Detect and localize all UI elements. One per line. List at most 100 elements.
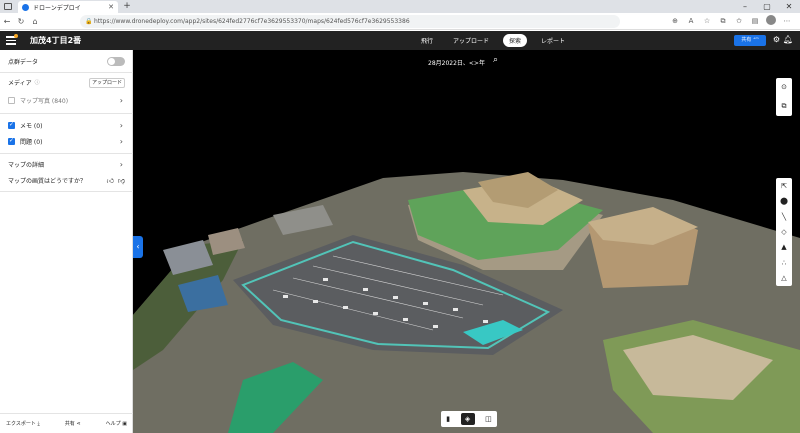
favorite-icon[interactable]: ☆ xyxy=(702,15,712,27)
lock-icon: 🔒 xyxy=(85,18,93,25)
export-button[interactable]: エクスポート ⤓ xyxy=(6,420,40,427)
upload-button[interactable]: アップロード xyxy=(89,77,125,88)
project-title: 加茂4丁目2番 xyxy=(30,36,82,45)
date-label[interactable]: 28月2022日、<>年 xyxy=(428,58,485,67)
model-3d-icon[interactable]: ◈ xyxy=(460,413,475,425)
tab-actions-icon[interactable] xyxy=(4,3,12,10)
pointer-icon[interactable]: ⇱ xyxy=(781,182,787,190)
share-label: 共有 xyxy=(64,421,75,427)
share-icon: ⋖ xyxy=(76,421,81,427)
url-text: https://www.dronedeploy.com/app2/sites/6… xyxy=(94,18,410,25)
3d-model-render[interactable] xyxy=(133,50,800,433)
sidebar-footer: エクスポート ⤓ 共有 ⋖ ヘルプ ▣ xyxy=(0,413,133,433)
thumbs-down-icon[interactable]: 👎︎ xyxy=(118,176,125,185)
collections-icon[interactable]: ▤ xyxy=(750,15,760,27)
window-controls: – ▢ ✕ xyxy=(734,0,800,13)
view-tools: ⊙ ⧉ xyxy=(776,78,792,116)
recenter-icon[interactable]: ⊙ xyxy=(781,83,787,91)
pointcloud-toggle[interactable] xyxy=(107,57,125,66)
line-icon[interactable]: ╲ xyxy=(782,213,786,221)
map-photos-checkbox[interactable] xyxy=(8,97,15,104)
pin-icon[interactable]: ⬤ xyxy=(780,197,788,205)
profile-avatar[interactable] xyxy=(766,15,776,27)
split-view-icon[interactable]: ◫ xyxy=(485,415,492,423)
help-button[interactable]: ヘルプ ▣ xyxy=(106,420,127,427)
refresh-icon[interactable]: ↻ xyxy=(14,17,28,26)
tab-explore[interactable]: 探索 xyxy=(503,34,528,47)
sidebar: 点群データ メディア ⓘ アップロード マップ写真 (840) › メモ (0)… xyxy=(0,50,133,433)
feedback-buttons: 👍︎ 👎︎ xyxy=(107,176,125,185)
browser-tabstrip: ドローンデプロイ ✕ + – ▢ ✕ xyxy=(0,0,800,13)
map-details-row[interactable]: マップの詳細 › xyxy=(0,159,133,170)
points-icon[interactable]: ∴ xyxy=(782,259,786,267)
media-row: メディア ⓘ アップロード xyxy=(0,77,133,88)
media-label: メディア xyxy=(8,80,32,87)
address-bar-row: ← ↻ ⌂ 🔒 https://www.dronedeploy.com/app2… xyxy=(0,13,800,30)
back-icon[interactable]: ← xyxy=(0,17,14,26)
memo-checkbox[interactable] xyxy=(8,121,15,129)
map-2d-icon[interactable]: ▮ xyxy=(446,415,450,423)
browser-tab[interactable]: ドローンデプロイ ✕ xyxy=(18,1,118,13)
zoom-icon[interactable]: ⊕ xyxy=(670,15,680,27)
tab-fly[interactable]: 飛行 xyxy=(415,34,439,47)
pointcloud-row: 点群データ xyxy=(0,56,133,67)
window-close-icon[interactable]: ✕ xyxy=(778,0,800,13)
volume-icon[interactable]: ▲ xyxy=(781,243,786,251)
divider xyxy=(0,113,133,114)
map-details-label: マップの詳細 xyxy=(8,162,45,169)
issues-checkbox[interactable] xyxy=(8,137,15,145)
view-mode-switcher: ▮ ◈ ◫ xyxy=(441,411,497,427)
close-icon[interactable]: ✕ xyxy=(108,3,114,11)
divider xyxy=(0,191,133,192)
read-aloud-icon[interactable]: A xyxy=(686,15,696,27)
map-viewport[interactable]: 28月2022日、<>年 ⌕ ‹ ⊙ ⧉ ⇱ ⬤ ╲ ◇ ▲ ∴ △ ▮ ◈ ◫ xyxy=(133,50,800,433)
minimize-icon[interactable]: – xyxy=(734,0,756,13)
issues-label: 問題 (0) xyxy=(20,139,43,146)
layers-icon[interactable]: ⧉ xyxy=(782,102,787,111)
chevron-right-icon[interactable]: › xyxy=(120,96,123,105)
tab-report[interactable]: レポート xyxy=(535,34,571,47)
thumbs-up-icon[interactable]: 👍︎ xyxy=(107,176,114,185)
map-quality-row: マップの画質はどうですか？ 👍︎ 👎︎ xyxy=(0,175,133,186)
help-label: ヘルプ xyxy=(105,421,121,427)
new-tab-icon[interactable]: + xyxy=(122,1,132,12)
share-button[interactable]: 共有 ⁺ᵐ xyxy=(734,35,766,46)
memo-row[interactable]: メモ (0) › xyxy=(0,120,133,131)
browser-toolbar: ⊕ A ☆ ⧉ ✩ ▤ ⋯ xyxy=(670,15,792,27)
notification-dot xyxy=(14,34,18,38)
gear-icon[interactable]: ⚙ xyxy=(773,35,780,44)
home-icon[interactable]: ⌂ xyxy=(28,17,42,26)
map-quality-label: マップの画質はどうですか？ xyxy=(8,178,87,185)
chevron-right-icon[interactable]: › xyxy=(120,160,123,169)
dronedeploy-favicon-icon xyxy=(22,3,29,11)
tab-upload[interactable]: アップロード xyxy=(447,34,495,47)
maximize-icon[interactable]: ▢ xyxy=(756,0,778,13)
export-label: エクスポート xyxy=(6,421,36,427)
divider xyxy=(0,153,133,154)
area-icon[interactable]: ◇ xyxy=(781,228,786,236)
favorites-bar-icon[interactable]: ✩ xyxy=(734,15,744,27)
share-footer-button[interactable]: 共有 ⋖ xyxy=(65,420,81,427)
bell-icon[interactable]: 🔔︎ xyxy=(783,35,793,44)
info-icon[interactable]: ⓘ xyxy=(35,79,40,86)
map-photos-row[interactable]: マップ写真 (840) › xyxy=(0,95,133,106)
mode-tabs: 飛行 アップロード 探索 レポート xyxy=(415,34,571,47)
issues-row[interactable]: 問題 (0) › xyxy=(0,136,133,147)
divider xyxy=(0,72,133,73)
extension-icon[interactable]: ⧉ xyxy=(718,15,728,27)
search-zoom-icon[interactable]: ⌕ xyxy=(493,55,498,65)
url-field[interactable]: 🔒 https://www.dronedeploy.com/app2/sites… xyxy=(80,15,620,28)
measure-tools: ⇱ ⬤ ╲ ◇ ▲ ∴ △ xyxy=(776,178,792,286)
collapse-sidebar-tab[interactable]: ‹ xyxy=(133,236,143,258)
map-photos-label: マップ写真 (840) xyxy=(20,98,69,105)
memo-label: メモ (0) xyxy=(20,123,43,130)
more-icon[interactable]: ⋯ xyxy=(782,15,792,27)
chevron-right-icon[interactable]: › xyxy=(120,137,123,146)
chevron-right-icon[interactable]: › xyxy=(120,121,123,130)
help-icon: ▣ xyxy=(122,421,127,427)
download-icon: ⤓ xyxy=(37,421,40,427)
app-header: 加茂4丁目2番 飛行 アップロード 探索 レポート 共有 ⁺ᵐ ⚙ 🔔︎ xyxy=(0,31,800,50)
triangle-icon[interactable]: △ xyxy=(781,274,786,282)
pointcloud-label: 点群データ xyxy=(8,59,39,66)
tab-title: ドローンデプロイ xyxy=(33,4,81,12)
